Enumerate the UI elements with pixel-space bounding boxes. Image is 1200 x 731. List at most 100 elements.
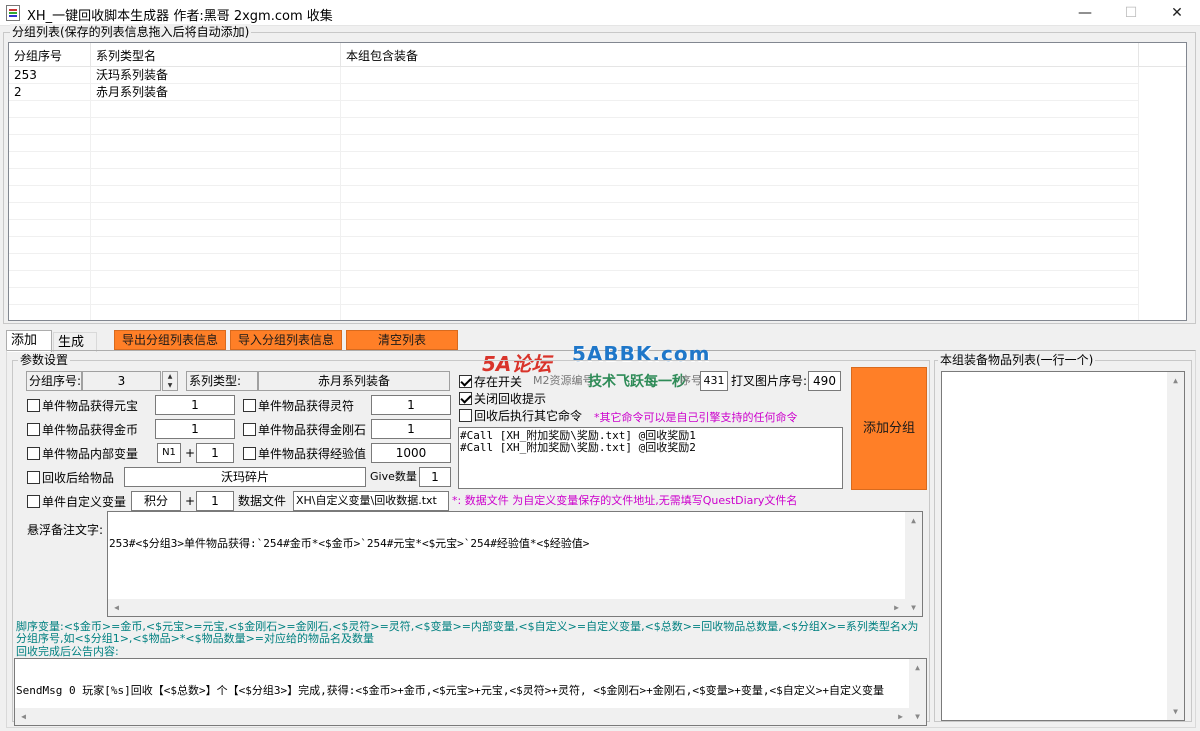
tooltip-vscrollbar[interactable]: ▲ ▼ bbox=[905, 512, 922, 616]
give-count-input[interactable]: 1 bbox=[419, 467, 451, 487]
scroll-up-icon[interactable]: ▲ bbox=[905, 512, 922, 529]
plus-sign: + bbox=[185, 494, 196, 508]
exp-input[interactable]: 1000 bbox=[371, 443, 451, 463]
scroll-up-icon[interactable]: ▲ bbox=[909, 659, 926, 676]
exec-other-label: 回收后执行其它命令 bbox=[474, 408, 583, 423]
res-no-input[interactable]: 431 bbox=[700, 371, 728, 391]
tooltip-text: 253#<$分组3>单件物品获得:`254#金币*<$金币>`254#元宝*<$… bbox=[109, 537, 590, 550]
give-item-checkbox[interactable]: 回收后给物品 bbox=[27, 469, 114, 486]
params-title: 参数设置 bbox=[18, 352, 71, 368]
export-group-list-button[interactable]: 导出分组列表信息 bbox=[114, 330, 226, 350]
checkbox-box[interactable] bbox=[243, 447, 256, 460]
group-list-view[interactable]: 分组序号 系列类型名 本组包含装备 253 沃玛系列装备 2 赤月系列装备 bbox=[8, 42, 1187, 321]
custom-var-label: 单件自定义变量 bbox=[42, 494, 127, 509]
tooltip-hscrollbar[interactable]: ◀ ▶ bbox=[108, 599, 905, 616]
exec-other-checkbox[interactable]: 回收后执行其它命令 bbox=[459, 407, 582, 424]
table-row-empty bbox=[9, 220, 1138, 237]
scroll-left-icon[interactable]: ◀ bbox=[15, 708, 32, 725]
diamond-input[interactable]: 1 bbox=[371, 419, 451, 439]
gold-input[interactable]: 1 bbox=[155, 419, 235, 439]
variable-help-text: 脚序变量:<$金币>=金币,<$元宝>=元宝,<$金刚石>=金刚石,<$灵符>=… bbox=[16, 620, 919, 645]
checkbox-box[interactable] bbox=[243, 399, 256, 412]
cell-series-type: 沃玛系列装备 bbox=[96, 68, 169, 82]
table-row-empty bbox=[9, 254, 1138, 271]
scroll-right-icon[interactable]: ▶ bbox=[888, 599, 905, 616]
clear-list-button[interactable]: 清空列表 bbox=[346, 330, 458, 350]
scroll-down-icon[interactable]: ▼ bbox=[1167, 703, 1184, 720]
app-icon bbox=[6, 5, 20, 21]
exp-label: 单件物品获得经验值 bbox=[258, 446, 367, 461]
group-no-spinner[interactable]: ▲ ▼ bbox=[162, 371, 178, 391]
spin-down-icon[interactable]: ▼ bbox=[163, 381, 177, 390]
checkbox-box[interactable] bbox=[243, 423, 256, 436]
item-list-textarea[interactable]: ▲ ▼ bbox=[941, 371, 1185, 721]
close-button[interactable]: ✕ bbox=[1154, 0, 1200, 26]
custom-var-value-input[interactable]: 1 bbox=[196, 491, 234, 511]
custom-var-name-input[interactable]: 积分 bbox=[131, 491, 181, 511]
checkbox-box[interactable] bbox=[27, 495, 40, 508]
minimize-button[interactable]: — bbox=[1062, 0, 1108, 26]
item-list-vscrollbar[interactable]: ▲ ▼ bbox=[1167, 372, 1184, 720]
internal-var-checkbox[interactable]: 单件物品内部变量 bbox=[27, 445, 138, 462]
lingfu-label: 单件物品获得灵符 bbox=[258, 398, 355, 413]
scroll-left-icon[interactable]: ◀ bbox=[108, 599, 125, 616]
internal-var-name-input[interactable]: N1 bbox=[157, 443, 181, 463]
checkbox-box[interactable] bbox=[459, 409, 472, 422]
table-row-empty bbox=[9, 101, 1138, 118]
exp-checkbox[interactable]: 单件物品获得经验值 bbox=[243, 445, 366, 462]
add-group-button[interactable]: 添加分组 bbox=[851, 367, 927, 490]
announce-textarea[interactable]: SendMsg 0 玩家[%s]回收【<$总数>】个【<$分组3>】完成,获得:… bbox=[14, 658, 927, 726]
column-group-no[interactable]: 分组序号 bbox=[9, 43, 91, 67]
scroll-up-icon[interactable]: ▲ bbox=[1167, 372, 1184, 389]
import-group-list-button[interactable]: 导入分组列表信息 bbox=[230, 330, 342, 350]
scroll-down-icon[interactable]: ▼ bbox=[909, 708, 926, 725]
cell-group-no: 253 bbox=[14, 68, 37, 82]
exist-switch-checkbox[interactable]: 存在开关 bbox=[459, 373, 522, 390]
checkbox-box[interactable] bbox=[27, 447, 40, 460]
series-type-field[interactable]: 赤月系列装备 bbox=[258, 371, 450, 391]
announce-hscrollbar[interactable]: ◀ ▶ bbox=[15, 708, 909, 725]
cross-image-input[interactable]: 490 bbox=[808, 371, 841, 391]
table-row[interactable]: 253 沃玛系列装备 bbox=[9, 67, 1138, 84]
cell-group-no: 2 bbox=[14, 85, 22, 99]
group-no-field[interactable]: 3 bbox=[82, 371, 161, 391]
lingfu-checkbox[interactable]: 单件物品获得灵符 bbox=[243, 397, 354, 414]
internal-var-value-input[interactable]: 1 bbox=[196, 443, 234, 463]
column-included-items[interactable]: 本组包含装备 bbox=[341, 43, 1139, 67]
announce-vscrollbar[interactable]: ▲ ▼ bbox=[909, 659, 926, 725]
tab-generate[interactable]: 生成 bbox=[53, 332, 97, 352]
yuanbao-label: 单件物品获得元宝 bbox=[42, 398, 139, 413]
table-row-empty bbox=[9, 152, 1138, 169]
yuanbao-checkbox[interactable]: 单件物品获得元宝 bbox=[27, 397, 138, 414]
data-file-input[interactable]: XH\自定义变量\回收数据.txt bbox=[293, 491, 449, 511]
title-bar: XH_一键回收脚本生成器 作者:黑哥 2xgm.com 收集 — ☐ ✕ bbox=[0, 0, 1200, 26]
column-series-type[interactable]: 系列类型名 bbox=[91, 43, 341, 67]
checkbox-box[interactable] bbox=[27, 423, 40, 436]
diamond-checkbox[interactable]: 单件物品获得金刚石 bbox=[243, 421, 366, 438]
table-row-empty bbox=[9, 237, 1138, 254]
table-row-empty bbox=[9, 118, 1138, 135]
yuanbao-input[interactable]: 1 bbox=[155, 395, 235, 415]
table-row[interactable]: 2 赤月系列装备 bbox=[9, 84, 1138, 101]
internal-var-label: 单件物品内部变量 bbox=[42, 446, 139, 461]
diamond-label: 单件物品获得金刚石 bbox=[258, 422, 367, 437]
cross-image-label: 打叉图片序号: bbox=[731, 374, 808, 388]
table-row-empty bbox=[9, 186, 1138, 203]
gold-checkbox[interactable]: 单件物品获得金币 bbox=[27, 421, 138, 438]
other-command-textarea[interactable]: #Call [XH_附加奖励\奖励.txt] @回收奖励1 #Call [XH_… bbox=[458, 427, 843, 489]
lingfu-input[interactable]: 1 bbox=[371, 395, 451, 415]
spin-up-icon[interactable]: ▲ bbox=[163, 372, 177, 381]
checkbox-box[interactable] bbox=[27, 399, 40, 412]
custom-var-checkbox[interactable]: 单件自定义变量 bbox=[27, 493, 126, 510]
exist-switch-label: 存在开关 bbox=[474, 374, 523, 389]
give-item-input[interactable]: 沃玛碎片 bbox=[124, 467, 366, 487]
checkbox-box[interactable] bbox=[27, 471, 40, 484]
close-tip-checkbox[interactable]: 关闭回收提示 bbox=[459, 390, 546, 407]
scroll-right-icon[interactable]: ▶ bbox=[892, 708, 909, 725]
checkbox-box[interactable] bbox=[459, 375, 472, 388]
tab-add[interactable]: 添加 bbox=[6, 330, 52, 352]
maximize-button[interactable]: ☐ bbox=[1108, 0, 1154, 26]
checkbox-box[interactable] bbox=[459, 392, 472, 405]
scroll-down-icon[interactable]: ▼ bbox=[905, 599, 922, 616]
tooltip-textarea[interactable]: 253#<$分组3>单件物品获得:`254#金币*<$金币>`254#元宝*<$… bbox=[107, 511, 923, 617]
